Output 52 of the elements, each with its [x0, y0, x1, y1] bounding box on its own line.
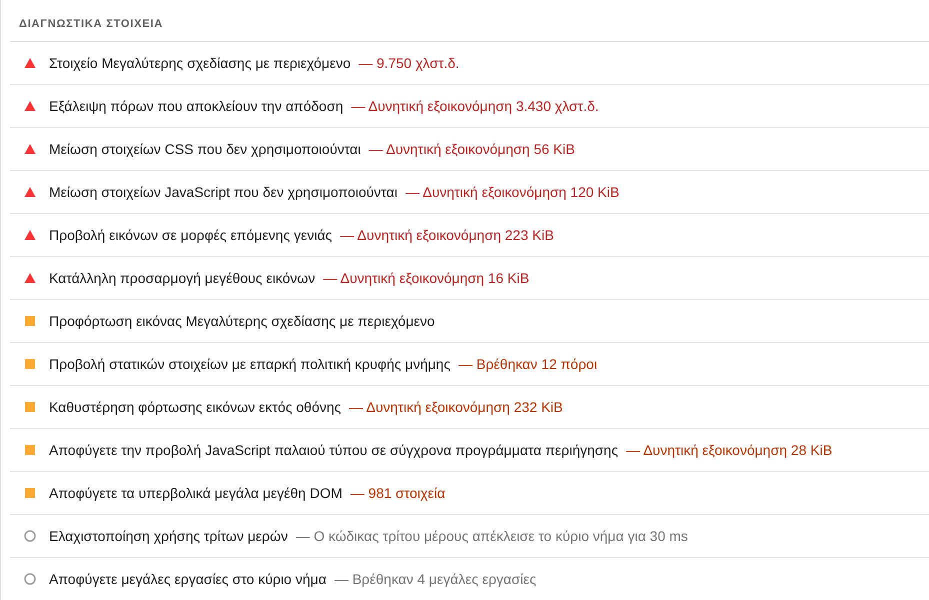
audit-row[interactable]: Εξάλειψη πόρων που αποκλείουν την απόδοση — Δυνητική εξοικονόμηση 3.430 χλστ.δ. [10, 85, 929, 128]
audit-title: Μείωση στοιχείων CSS που δεν χρησιμοποιούνται [49, 141, 361, 157]
circle-icon [24, 530, 36, 542]
audit-row[interactable]: Προβολή στατικών στοιχείων με επαρκή πολιτική κρυφής μνήμης — Βρέθηκαν 12 πόροι [10, 343, 929, 386]
square-icon [24, 487, 36, 499]
audit-title: Μείωση στοιχείων JavaScript που δεν χρησιμοποιούνται [49, 184, 398, 200]
audit-result: — Δυνητική εξοικονόμηση 223 KiB [340, 227, 554, 243]
audit-row[interactable]: Στοιχείο Μεγαλύτερης σχεδίασης με περιεχόμενο — 9.750 χλστ.δ. [10, 42, 929, 85]
audit-title: Αποφύγετε μεγάλες εργασίες στο κύριο νήμα [49, 571, 326, 587]
audit-row[interactable]: Προφόρτωση εικόνας Μεγαλύτερης σχεδίασης με περιεχόμενο [10, 300, 929, 343]
audit-row[interactable]: Αποφύγετε τα υπερβολικά μεγάλα μεγέθη DOM — 981 στοιχεία [10, 472, 929, 515]
square-icon [24, 401, 36, 413]
audit-title: Στοιχείο Μεγαλύτερης σχεδίασης με περιεχόμενο [49, 55, 351, 71]
audit-result: — Βρέθηκαν 12 πόροι [458, 356, 598, 372]
audit-result: — Δυνητική εξοικονόμηση 232 KiB [349, 399, 563, 415]
audit-row[interactable]: Κατάλληλη προσαρμογή μεγέθους εικόνων — Δυνητική εξοικονόμηση 16 KiB [10, 257, 929, 300]
audit-title: Κατάλληλη προσαρμογή μεγέθους εικόνων [49, 270, 316, 286]
audit-row[interactable]: Καθυστέρηση φόρτωσης εικόνων εκτός οθόνης — Δυνητική εξοικονόμηση 232 KiB [10, 386, 929, 429]
warning-triangle-icon [24, 272, 36, 284]
audit-result: — Δυνητική εξοικονόμηση 16 KiB [323, 270, 530, 286]
audit-row[interactable]: Αποφύγετε μεγάλες εργασίες στο κύριο νήμα — Βρέθηκαν 4 μεγάλες εργασίες [10, 558, 929, 600]
audit-row[interactable]: Μείωση στοιχείων JavaScript που δεν χρησιμοποιούνται — Δυνητική εξοικονόμηση 120 KiB [10, 171, 929, 214]
audit-row[interactable]: Μείωση στοιχείων CSS που δεν χρησιμοποιούνται — Δυνητική εξοικονόμηση 56 KiB [10, 128, 929, 171]
section-title: ΔΙΑΓΝΩΣΤΙΚΑ ΣΤΟΙΧΕΙΑ [10, 18, 929, 42]
audit-title: Αποφύγετε τα υπερβολικά μεγάλα μεγέθη DOM [49, 485, 342, 501]
warning-triangle-icon [24, 57, 36, 69]
audit-title: Καθυστέρηση φόρτωσης εικόνων εκτός οθόνης [49, 399, 342, 415]
square-icon [24, 444, 36, 456]
audit-title: Προβολή στατικών στοιχείων με επαρκή πολιτική κρυφής μνήμης [49, 356, 450, 372]
warning-triangle-icon [24, 143, 36, 155]
audit-result: — Δυνητική εξοικονόμηση 56 KiB [368, 141, 575, 157]
audit-row[interactable]: Αποφύγετε την προβολή JavaScript παλαιού τύπου σε σύγχρονα προγράμματα περιήγησης — Δυνητική εξοικονόμηση 28 KiB [10, 429, 929, 472]
audit-result: — Βρέθηκαν 4 μεγάλες εργασίες [334, 571, 536, 587]
audit-result: — 981 στοιχεία [350, 485, 446, 501]
audit-result: — 9.750 χλστ.δ. [358, 55, 460, 71]
circle-icon [24, 573, 36, 585]
audit-title: Προβολή εικόνων σε μορφές επόμενης γενιάς [49, 227, 332, 243]
warning-triangle-icon [24, 186, 36, 198]
audit-row[interactable]: Ελαχιστοποίηση χρήσης τρίτων μερών — Ο κώδικας τρίτου μέρους απέκλεισε το κύριο νήμα για 30 ms [10, 515, 929, 558]
warning-triangle-icon [24, 100, 36, 112]
warning-triangle-icon [24, 229, 36, 241]
square-icon [24, 315, 36, 327]
audit-title: Εξάλειψη πόρων που αποκλείουν την απόδοση [49, 98, 344, 114]
audit-title: Αποφύγετε την προβολή JavaScript παλαιού τύπου σε σύγχρονα προγράμματα περιήγησης [49, 442, 618, 458]
audit-title: Προφόρτωση εικόνας Μεγαλύτερης σχεδίασης με περιεχόμενο [49, 313, 435, 329]
audit-result: — Δυνητική εξοικονόμηση 120 KiB [405, 184, 620, 200]
audit-row[interactable]: Προβολή εικόνων σε μορφές επόμενης γενιάς — Δυνητική εξοικονόμηση 223 KiB [10, 214, 929, 257]
square-icon [24, 358, 36, 370]
audit-result: — Δυνητική εξοικονόμηση 3.430 χλστ.δ. [351, 98, 599, 114]
audit-title: Ελαχιστοποίηση χρήσης τρίτων μερών [49, 528, 288, 544]
audit-result: — Δυνητική εξοικονόμηση 28 KiB [626, 442, 832, 458]
audit-result: — Ο κώδικας τρίτου μέρους απέκλεισε το κύριο νήμα για 30 ms [296, 528, 688, 544]
